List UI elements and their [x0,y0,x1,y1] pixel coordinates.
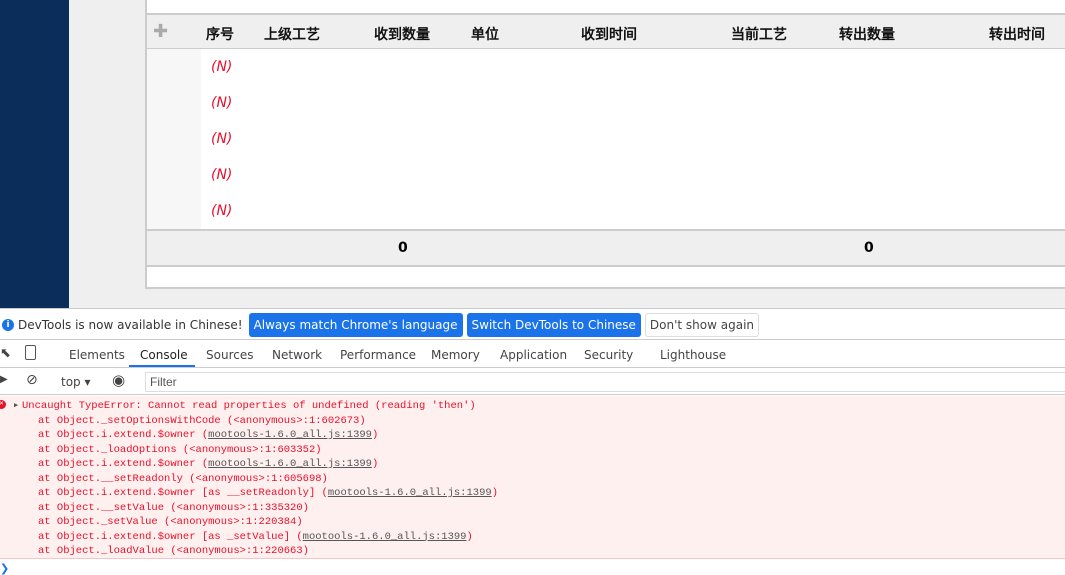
col-header-parent-process[interactable]: 上级工艺 [264,24,320,44]
stack-frame: at Object._loadValue (<anonymous>:1:2206… [0,545,1065,560]
out-qty-total: 0 [864,240,874,256]
stack-frame: at Object._loadOptions (<anonymous>:1:60… [0,444,1065,459]
filter-input[interactable]: Filter [145,372,1065,392]
stack-frame-text: at Object._setValue (<anonymous>:1:22038… [38,516,303,528]
stack-frame-text: at Object.__setValue (<anonymous>:1:3353… [38,501,309,514]
stack-frame: at Object._setValue (<anonymous>:1:22038… [0,516,1065,531]
received-qty-total: 0 [398,240,408,256]
stack-frame: at Object.i.extend.$owner (mootools-1.6.… [38,458,379,470]
stack-frame-text: at Object.i.extend.$owner [as _setValue]… [38,530,303,543]
error-message: Uncaught TypeError: Cannot read properti… [22,400,476,412]
clear-console-icon[interactable]: ⊘ [26,372,38,388]
tab-console[interactable]: Console [140,348,188,362]
table-row[interactable]: (N) [211,157,232,193]
app-page: ✚ 序号 上级工艺 收到数量 单位 收到时间 当前工艺 转出数量 转出时间 (N… [0,0,1065,309]
tab-network[interactable]: Network [272,348,322,362]
always-match-language-button[interactable]: Always match Chrome's language [248,312,463,337]
stack-frame-text: at Object.i.extend.$owner [as __setReado… [38,487,328,499]
stack-frame: at Object.i.extend.$owner (mootools-1.6.… [38,429,379,441]
tab-performance[interactable]: Performance [340,348,416,362]
infobar-message: DevTools is now available in Chinese! [18,317,243,332]
col-header-received-time[interactable]: 收到时间 [581,24,637,44]
context-value: top [61,375,81,389]
devtools-language-infobar: i DevTools is now available in Chinese! … [0,310,1065,340]
tab-lighthouse[interactable]: Lighthouse [660,348,726,362]
grid-footer: 0 0 [147,229,1065,267]
stack-frame-text: at Object.i.extend.$owner ( [38,458,209,470]
context-selector[interactable]: top ▾ [61,375,91,389]
sidebar-toggle-icon[interactable]: ▶ [0,374,8,385]
stack-frame: at Object.i.extend.$owner [as __setReado… [38,487,498,499]
col-header-current-process[interactable]: 当前工艺 [731,24,787,44]
table-row[interactable]: (N) [211,121,232,157]
active-tab-indicator [129,365,195,367]
device-toolbar-icon[interactable] [25,345,36,360]
data-grid: ✚ 序号 上级工艺 收到数量 单位 收到时间 当前工艺 转出数量 转出时间 (N… [145,0,1065,289]
inspect-element-icon[interactable]: ⬉ [0,346,11,361]
devtools-tabs: ⬉ Elements Console Sources Network Perfo… [0,341,1065,368]
grid-body: (N) (N) (N) (N) (N) [147,49,1065,229]
source-link[interactable]: mootools-1.6.0_all.js:1399 [208,429,372,441]
stack-frame: at Object._setOptionsWithCode (<anonymou… [0,415,1065,430]
tab-application[interactable]: Application [500,348,567,362]
stack-frame: at Object.__setValue (<anonymous>:1:3353… [0,502,1065,517]
tab-sources[interactable]: Sources [206,348,253,362]
stack-frame: at Object.i.extend.$owner [as _setValue]… [38,530,473,543]
source-link[interactable]: mootools-1.6.0_all.js:1399 [303,531,467,543]
tab-memory[interactable]: Memory [431,348,480,362]
switch-to-chinese-button[interactable]: Switch DevTools to Chinese [466,312,641,337]
grid-header: ✚ 序号 上级工艺 收到数量 单位 收到时间 当前工艺 转出数量 转出时间 [147,13,1065,49]
col-header-unit[interactable]: 单位 [471,24,499,44]
tab-elements[interactable]: Elements [69,348,125,362]
console-prompt-icon[interactable]: ❯ [0,562,9,575]
row-gutter [147,49,201,229]
stack-frame-text: at Object._loadOptions (<anonymous>:1:60… [38,443,322,456]
live-expression-eye-icon[interactable]: ◉ [112,371,125,389]
console-messages: ✕ ▶ Uncaught TypeError: Cannot read prop… [0,396,1065,559]
dont-show-again-button[interactable]: Don't show again [644,312,760,337]
source-link[interactable]: mootools-1.6.0_all.js:1399 [208,458,372,470]
stack-frame-text: at Object.__setReadonly (<anonymous>:1:6… [38,472,328,485]
table-row[interactable]: (N) [211,193,232,229]
tab-security[interactable]: Security [584,348,633,362]
table-row[interactable]: (N) [211,85,232,121]
info-icon: i [2,318,14,331]
stack-frame-text: at Object._loadValue (<anonymous>:1:2206… [38,545,309,557]
stack-frame: at Object.__setReadonly (<anonymous>:1:6… [0,473,1065,488]
stack-frame-text: at Object.i.extend.$owner ( [38,429,209,441]
col-header-out-time[interactable]: 转出时间 [989,24,1045,44]
source-link[interactable]: mootools-1.6.0_all.js:1399 [328,487,492,499]
table-row[interactable]: (N) [211,49,232,85]
expand-triangle-icon[interactable]: ▶ [14,401,18,410]
col-header-out-qty[interactable]: 转出数量 [839,24,895,44]
stack-frame-text: at Object._setOptionsWithCode (<anonymou… [38,414,366,427]
col-header-index[interactable]: 序号 [206,24,234,44]
col-header-received-qty[interactable]: 收到数量 [374,24,430,44]
sidebar [0,0,69,308]
console-toolbar: ▶ ⊘ top ▾ ◉ Filter [0,369,1065,395]
add-row-icon[interactable]: ✚ [153,21,168,42]
